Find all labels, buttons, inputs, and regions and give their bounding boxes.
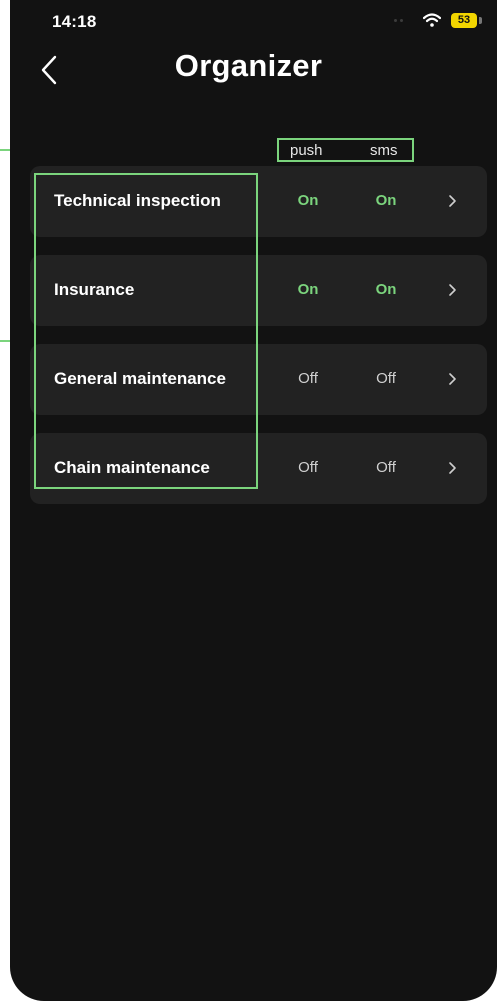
sms-status: Off [376, 370, 396, 387]
status-bar: 14:18 53 [10, 0, 497, 44]
push-status: Off [298, 370, 318, 387]
push-status: On [297, 281, 319, 298]
chevron-right-icon [449, 195, 456, 207]
push-status: Off [298, 459, 318, 476]
reminder-row-general-maintenance[interactable]: General maintenance Off Off [30, 344, 487, 415]
signal-icon [394, 19, 403, 22]
row-label: Technical inspection [54, 191, 221, 210]
sms-status: On [375, 281, 397, 298]
row-label: General maintenance [54, 369, 226, 388]
wifi-icon [423, 13, 441, 27]
chevron-right-icon [449, 284, 456, 296]
reminder-row-chain-maintenance[interactable]: Chain maintenance Off Off [30, 433, 487, 504]
chevron-right-icon [449, 373, 456, 385]
battery-icon: 53 [451, 13, 477, 28]
sms-status: Off [376, 459, 396, 476]
navigation-bar: Organizer [10, 44, 497, 94]
column-header-sms: sms [370, 142, 398, 159]
reminder-row-technical-inspection[interactable]: Technical inspection On On [30, 166, 487, 237]
battery-nub [479, 17, 482, 24]
status-time: 14:18 [52, 12, 97, 31]
push-status: On [297, 192, 319, 209]
row-label: Chain maintenance [54, 458, 210, 477]
column-headers: push sms [277, 138, 414, 162]
chevron-right-icon [449, 462, 456, 474]
column-header-push: push [290, 142, 323, 159]
phone-screen: 14:18 53 Organizer push sms Technical in… [10, 0, 497, 1001]
sms-status: On [375, 192, 397, 209]
reminder-row-insurance[interactable]: Insurance On On [30, 255, 487, 326]
row-label: Insurance [54, 280, 135, 299]
page-title: Organizer [174, 48, 323, 83]
